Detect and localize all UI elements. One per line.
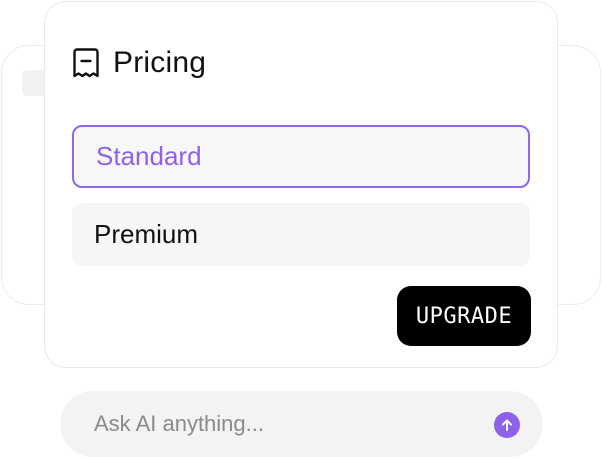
ask-ai-input[interactable] [94,391,474,457]
pricing-card-header: Pricing [73,45,206,81]
receipt-icon [73,47,99,79]
send-button[interactable] [494,412,520,438]
pricing-title: Pricing [113,46,207,79]
plan-option-label: Standard [96,141,202,171]
plan-option-premium[interactable]: Premium [72,203,530,266]
plan-option-standard[interactable]: Standard [72,125,530,188]
ask-ai-bar [60,391,543,457]
pricing-card: Pricing Standard Premium UPGRADE [44,1,558,368]
arrow-up-icon [500,418,514,432]
plan-option-label: Premium [94,219,199,249]
upgrade-button[interactable]: UPGRADE [397,286,531,346]
